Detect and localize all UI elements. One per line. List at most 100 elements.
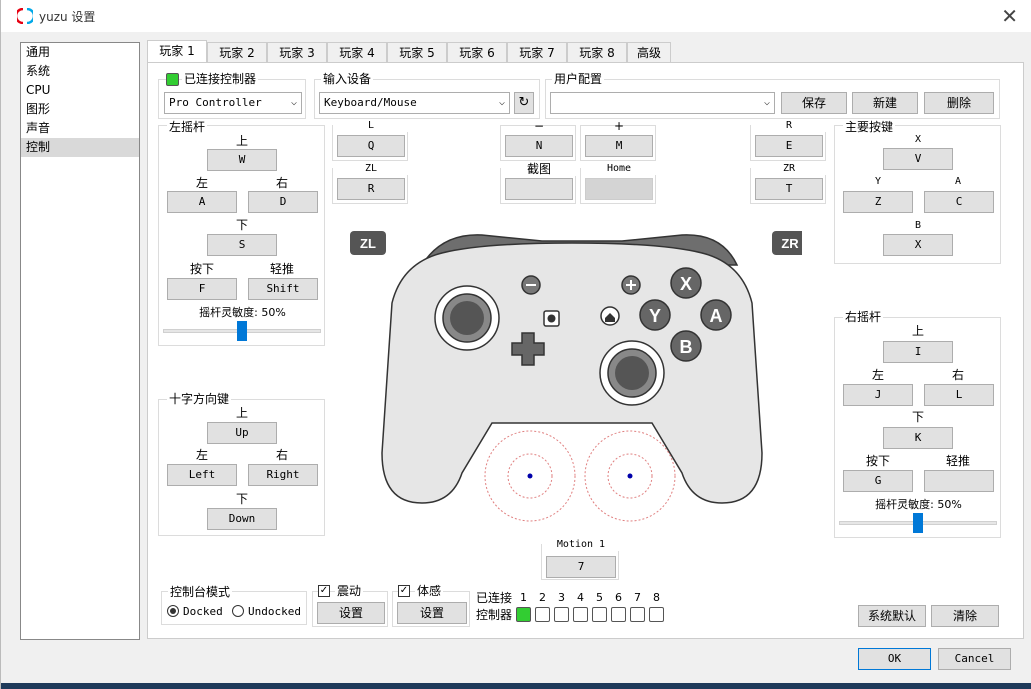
y-button[interactable]: Z [843, 191, 913, 213]
home-label: Home [581, 163, 657, 175]
vibration-checkbox[interactable]: ✓ [318, 585, 330, 597]
rs-left-label: 左 [871, 368, 884, 382]
refresh-button[interactable]: ↻ [514, 92, 534, 114]
face-buttons-group: 主要按键 X V Y Z A C B X [834, 120, 1001, 264]
tab-player-8[interactable]: 玩家 8 [567, 42, 627, 62]
motion-checkbox[interactable]: ✓ [398, 585, 410, 597]
close-icon[interactable]: ✕ [1001, 4, 1018, 28]
svg-text:ZR: ZR [781, 236, 799, 251]
controller-diagram: ZL ZR X Y A B [350, 231, 802, 522]
x-face-icon: X [670, 267, 702, 299]
l-button[interactable]: Q [337, 135, 405, 157]
sidebar-item-controls[interactable]: 控制 [21, 138, 139, 157]
sidebar-item-audio[interactable]: 声音 [21, 119, 139, 138]
zl-badge: ZL [350, 231, 386, 255]
motion-config-button[interactable]: 设置 [397, 602, 467, 624]
tab-player-2[interactable]: 玩家 2 [207, 42, 267, 62]
ls-down-button[interactable]: S [207, 234, 277, 256]
zl-bind-frame: ZL R [332, 163, 409, 204]
l-bind-frame: L Q [332, 120, 409, 161]
sidebar-item-graphics[interactable]: 图形 [21, 100, 139, 119]
r-button[interactable]: E [755, 135, 823, 157]
sidebar-item-cpu[interactable]: CPU [21, 81, 139, 100]
player-led-number: 1 [520, 591, 527, 604]
a-button[interactable]: C [924, 191, 994, 213]
player-led-5 [592, 607, 607, 622]
tab-player-6[interactable]: 玩家 6 [447, 42, 507, 62]
player-config-pane: 已连接控制器 Pro Controller ⌵ 输入设备 Keyboard/Mou… [147, 62, 1024, 639]
player-led-6 [611, 607, 626, 622]
a-label: A [954, 176, 962, 187]
new-profile-button[interactable]: 新建 [852, 92, 918, 114]
plus-button[interactable]: M [585, 135, 653, 157]
ls-press-label: 按下 [189, 262, 214, 276]
sidebar-item-system[interactable]: 系统 [21, 62, 139, 81]
dpad-up-label: 上 [235, 406, 248, 420]
player-led-number: 7 [634, 591, 641, 604]
x-label: X [914, 134, 922, 145]
settings-window: yuzu 设置 ✕ 通用 系统 CPU 图形 声音 控制 玩家 1 玩家 2 玩… [0, 0, 1031, 689]
player-led-4 [573, 607, 588, 622]
rs-nudge-button[interactable] [924, 470, 994, 492]
b-button[interactable]: X [883, 234, 953, 256]
sidebar-item-general[interactable]: 通用 [21, 43, 139, 62]
dpad-right-button[interactable]: Right [248, 464, 318, 486]
dpad-left-button[interactable]: Left [167, 464, 237, 486]
rs-press-button[interactable]: G [843, 470, 913, 492]
dpad-up-button[interactable]: Up [207, 422, 277, 444]
restore-defaults-button[interactable]: 系统默认 [858, 605, 926, 627]
motion-button[interactable]: 7 [546, 556, 616, 578]
ls-right-button[interactable]: D [248, 191, 318, 213]
ls-left-button[interactable]: A [167, 191, 237, 213]
dpad-label: 十字方向键 [167, 392, 232, 406]
save-profile-button[interactable]: 保存 [781, 92, 847, 114]
profile-select[interactable]: ⌵ [550, 92, 775, 114]
ls-nudge-button[interactable]: Shift [248, 278, 318, 300]
tab-advanced[interactable]: 高级 [627, 42, 671, 62]
face-buttons-label: 主要按键 [843, 120, 896, 134]
input-device-group: 输入设备 Keyboard/Mouse ⌵ ↻ [314, 72, 540, 119]
ls-right-label: 右 [275, 176, 288, 190]
x-button[interactable]: V [883, 148, 953, 170]
input-device-label: 输入设备 [321, 72, 374, 86]
zl-button[interactable]: R [337, 178, 405, 200]
connected-leds-label: 已连接 [476, 591, 513, 605]
rs-sensitivity-thumb[interactable] [913, 513, 923, 533]
ls-sensitivity-thumb[interactable] [237, 321, 247, 341]
rs-left-button[interactable]: J [843, 384, 913, 406]
rs-up-button[interactable]: I [883, 341, 953, 363]
ls-up-button[interactable]: W [207, 149, 277, 171]
delete-profile-button[interactable]: 删除 [924, 92, 994, 114]
vibration-config-button[interactable]: 设置 [317, 602, 385, 624]
tab-player-3[interactable]: 玩家 3 [267, 42, 327, 62]
tab-player-4[interactable]: 玩家 4 [327, 42, 387, 62]
undocked-radio[interactable] [232, 605, 244, 617]
tab-player-5[interactable]: 玩家 5 [387, 42, 447, 62]
ls-up-label: 上 [235, 134, 248, 148]
svg-text:Y: Y [649, 306, 661, 326]
player-led-1 [516, 607, 531, 622]
vibration-group: ✓ 震动 设置 [312, 584, 388, 627]
profile-label: 用户配置 [552, 72, 605, 86]
rs-down-button[interactable]: K [883, 427, 953, 449]
player-led-number: 4 [577, 591, 584, 604]
clear-button[interactable]: 清除 [931, 605, 999, 627]
right-stick-analog-indicator [584, 430, 676, 522]
ok-button[interactable]: OK [858, 648, 931, 670]
controller-type-select[interactable]: Pro Controller ⌵ [164, 92, 302, 114]
tab-player-7[interactable]: 玩家 7 [507, 42, 567, 62]
docked-radio[interactable] [167, 605, 179, 617]
minus-button[interactable]: N [505, 135, 573, 157]
rs-right-button[interactable]: L [924, 384, 994, 406]
capture-button[interactable] [505, 178, 573, 200]
ls-press-button[interactable]: F [167, 278, 237, 300]
cancel-button[interactable]: Cancel [938, 648, 1011, 670]
dpad-down-button[interactable]: Down [207, 508, 277, 530]
r-label: R [751, 120, 827, 132]
input-device-select[interactable]: Keyboard/Mouse ⌵ [319, 92, 510, 114]
player-led-number: 2 [539, 591, 546, 604]
home-button[interactable] [585, 178, 653, 200]
rs-sensitivity-label: 摇杆灵敏度: 50% [875, 498, 962, 511]
zr-button[interactable]: T [755, 178, 823, 200]
tab-player-1[interactable]: 玩家 1 [147, 40, 207, 62]
